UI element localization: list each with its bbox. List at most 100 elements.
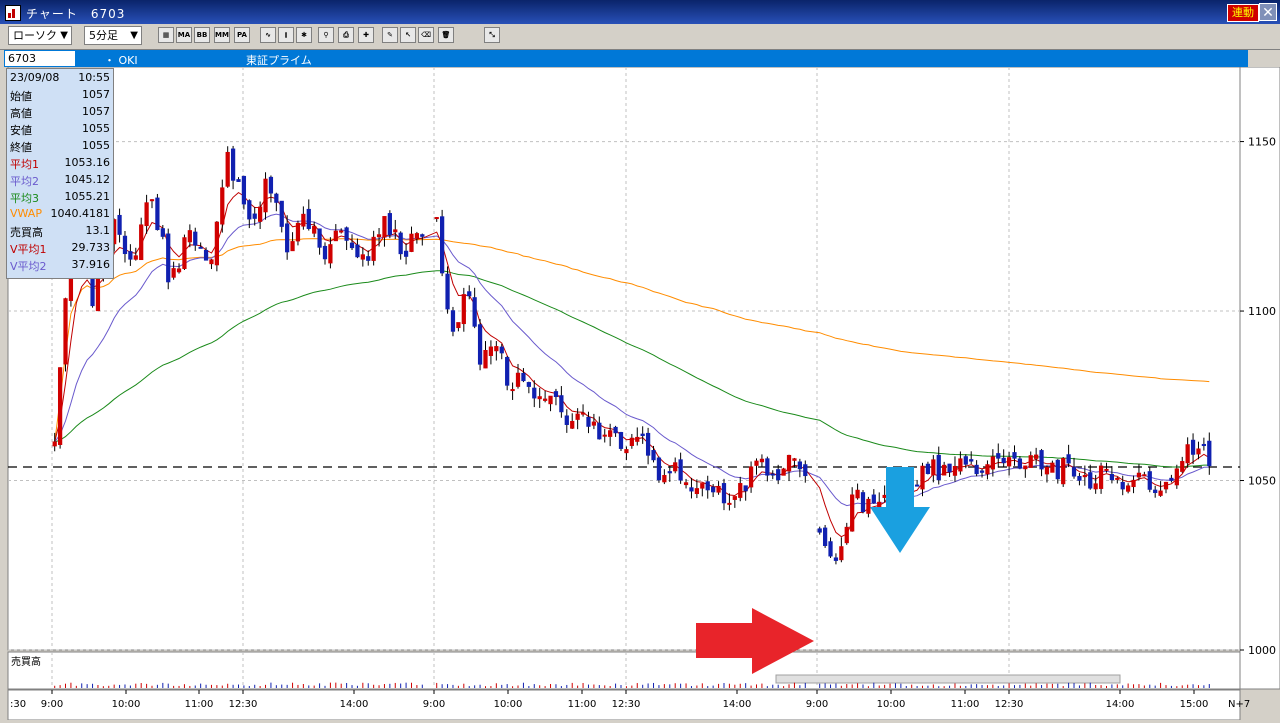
price-chart[interactable]: 1150 1100 1050 1000 9:00 10:00 11:00 12:30 14:00…	[0, 66, 1280, 723]
candle-body	[409, 233, 414, 252]
candle-body	[393, 229, 398, 233]
info-value: 13.1	[85, 224, 111, 237]
candle-body	[667, 471, 672, 474]
candle-body	[828, 541, 833, 557]
candle-body	[850, 494, 855, 532]
candle-body	[139, 224, 144, 261]
pen-icon[interactable]: ✎	[382, 27, 398, 43]
candle-body	[166, 233, 171, 283]
candle-body	[877, 501, 882, 508]
zoom-icon[interactable]: ⚲	[318, 27, 334, 43]
symbol-bar: 6703 ・ OKI 東証プライム	[4, 50, 1248, 67]
info-label: 終値	[10, 141, 32, 154]
candle-body	[1093, 483, 1098, 490]
info-value: 1045.12	[64, 173, 111, 186]
candle-body	[1131, 479, 1136, 488]
candle-body	[689, 487, 694, 492]
candle-body	[952, 465, 958, 476]
candle-body	[371, 236, 376, 261]
time-tick-label: 11:00	[951, 699, 980, 710]
pointer-icon[interactable]: ↖	[400, 27, 416, 43]
candle-body	[855, 489, 860, 499]
time-edge-label: N+7	[1228, 699, 1250, 710]
chart-type-value: ローソク	[13, 29, 57, 42]
cross-icon[interactable]: ✱	[296, 27, 312, 43]
link-button[interactable]: 連動	[1227, 4, 1259, 22]
candle-body	[1088, 472, 1093, 489]
bb-icon[interactable]: BB	[194, 27, 210, 43]
info-row: 始値 1057	[10, 86, 110, 103]
candle-body	[781, 468, 786, 476]
candle-body	[662, 475, 667, 483]
candle-body	[770, 473, 775, 476]
candle-body	[333, 230, 338, 242]
candle-body	[236, 179, 241, 182]
price-tick-label: 1000	[1248, 644, 1276, 657]
price-tick-label: 1050	[1248, 475, 1276, 488]
interval-select[interactable]: 5分足 ▼	[84, 26, 142, 45]
candle-body	[349, 242, 355, 249]
auto-draw-icon[interactable]: ⤡	[484, 27, 500, 43]
trash-icon[interactable]: 🗑	[438, 27, 454, 43]
info-label: 23/09/08	[10, 71, 60, 84]
candle-body	[673, 462, 678, 472]
candle-body	[548, 395, 553, 405]
candle-body	[866, 498, 871, 514]
candle-body	[765, 458, 770, 476]
candle-body	[382, 216, 387, 238]
info-row: V平均2 37.916	[10, 256, 110, 273]
chart-settings-icon[interactable]: ▦	[158, 27, 174, 43]
candle-body	[711, 486, 716, 493]
candle-body	[339, 230, 344, 233]
candle-body	[732, 496, 737, 500]
candle-body	[198, 246, 203, 249]
mme-icon[interactable]: MME	[214, 27, 230, 43]
eraser-icon[interactable]: ⌫	[418, 27, 434, 43]
candle-body	[1077, 475, 1082, 481]
candle-body	[230, 148, 236, 181]
candle-body	[597, 422, 602, 440]
candle-body	[963, 456, 968, 465]
candle-chart-icon[interactable]: ⫾	[278, 27, 294, 43]
info-label: 平均1	[10, 158, 39, 171]
candle-body	[515, 372, 521, 387]
candle-body	[640, 433, 645, 436]
pa-icon[interactable]: PA	[234, 27, 250, 43]
candle-body	[133, 255, 138, 260]
candle-body	[317, 228, 322, 248]
candle-body	[613, 426, 618, 434]
candle-body	[1180, 461, 1185, 472]
time-tick-label: 10:00	[112, 699, 141, 710]
candle-body	[472, 297, 477, 327]
candle-body	[434, 217, 439, 220]
symbol-name: ・ OKI	[104, 54, 138, 67]
candle-body	[822, 527, 828, 546]
candle-body	[1207, 440, 1212, 467]
close-icon[interactable]: ✕	[1259, 3, 1277, 21]
candle-body	[575, 413, 580, 420]
chart-type-select[interactable]: ローソク ▼	[8, 26, 72, 45]
info-value: 1053.16	[64, 156, 111, 169]
candle-body	[537, 396, 542, 400]
candle-body	[803, 464, 808, 477]
price-tick-label: 1150	[1248, 136, 1276, 149]
print-icon[interactable]: ⎙	[338, 27, 354, 43]
chart-svg[interactable]: 1150 1100 1050 1000 9:00 10:00 11:00 12:30 14:00…	[0, 66, 1280, 721]
candle-body	[355, 244, 360, 258]
candle-body	[483, 349, 488, 369]
candle-body	[461, 294, 466, 325]
candle-body	[1066, 454, 1071, 464]
candle-body	[279, 200, 284, 227]
info-label: VWAP	[10, 207, 42, 220]
info-row: 高値 1057	[10, 103, 110, 120]
crosshair-icon[interactable]: ✚	[358, 27, 374, 43]
candle-body	[727, 502, 732, 505]
candle-body	[1039, 450, 1044, 470]
horizontal-scrollbar-thumb[interactable]	[775, 674, 1121, 684]
symbol-code-input[interactable]: 6703	[5, 51, 75, 66]
candle-body	[683, 482, 689, 486]
ma-icon[interactable]: MA	[176, 27, 192, 43]
line-chart-icon[interactable]: ∿	[260, 27, 276, 43]
info-row: 平均2 1045.12	[10, 171, 110, 188]
candle-body	[844, 526, 849, 544]
